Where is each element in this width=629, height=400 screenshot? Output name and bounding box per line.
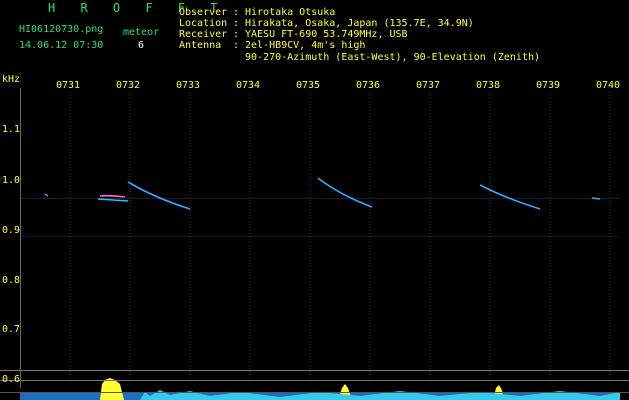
freq-tick: 0.8 [2, 275, 21, 286]
antenna-label: Antenna [179, 40, 222, 51]
time-tick: 0736 [356, 80, 381, 91]
file-name: HI06120730.png [19, 24, 104, 35]
time-tick: 0738 [476, 80, 501, 91]
reference-line [0, 380, 629, 381]
freq-tick: 1.1 [2, 124, 21, 135]
reference-line [0, 370, 629, 371]
freq-tick: 0.6 [2, 374, 21, 385]
location-label: Location [179, 18, 228, 29]
freq-unit: kHz [2, 74, 21, 85]
reference-line [0, 392, 629, 393]
time-tick: 0739 [536, 80, 561, 91]
freq-axis-line [20, 88, 21, 388]
file-datetime: 14.06.12 07:30 [19, 40, 104, 51]
time-tick: 0731 [56, 80, 81, 91]
meteor-label: meteor [123, 27, 160, 38]
receiver-value: YAESU FT-690 53.749MHz, USB [245, 29, 408, 40]
time-tick: 0735 [296, 80, 321, 91]
observer-label: Observer [179, 7, 228, 18]
time-tick: 0732 [116, 80, 141, 91]
location-value: Hirakata, Osaka, Japan (135.7E, 34.9N) [245, 18, 474, 29]
time-tick: 0734 [236, 80, 261, 91]
antenna-value: 2el-HB9CV, 4m's high [245, 40, 366, 51]
freq-tick: 0.7 [2, 324, 21, 335]
time-tick: 0733 [176, 80, 201, 91]
freq-tick: 1.0 [2, 175, 21, 186]
time-tick: 0740 [596, 80, 621, 91]
freq-tick: 0.9 [2, 225, 21, 236]
time-tick: 0737 [416, 80, 441, 91]
receiver-label: Receiver [179, 29, 228, 40]
antenna-orientation: 90-270-Azimuth (East-West), 90-Elevation… [245, 52, 541, 63]
observer-value: Hirotaka Otsuka [245, 7, 336, 18]
meteor-count: 6 [138, 40, 145, 51]
